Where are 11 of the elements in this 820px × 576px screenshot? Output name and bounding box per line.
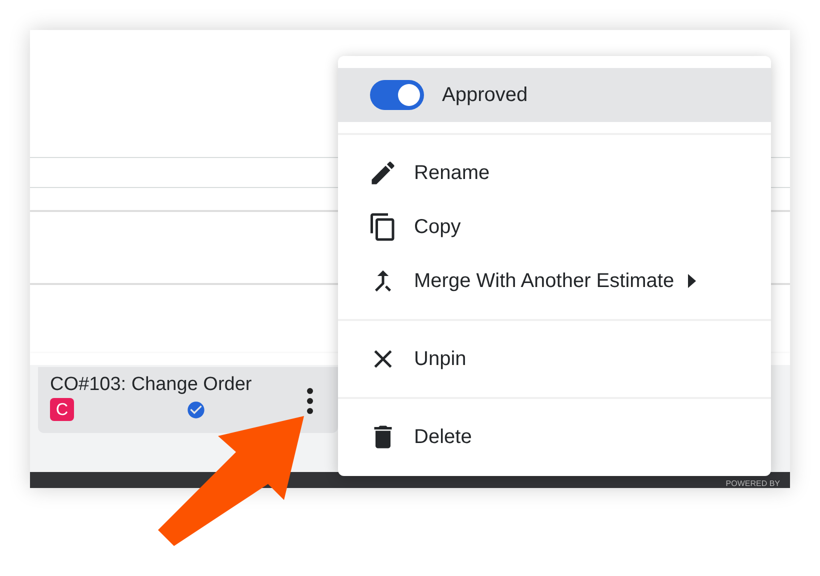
menu-item[interactable]: Rename: [338, 146, 771, 200]
menu-item[interactable]: Delete: [338, 410, 771, 464]
change-order-card[interactable]: CO#103: Change Order C: [38, 367, 338, 433]
card-title: CO#103: Change Order: [50, 373, 253, 397]
menu-item[interactable]: Merge With Another Estimate: [338, 254, 771, 308]
menu-item[interactable]: Unpin: [338, 332, 771, 386]
menu-item[interactable]: Copy: [338, 200, 771, 254]
category-badge: C: [50, 398, 74, 421]
approved-toggle-item[interactable]: Approved: [338, 68, 771, 122]
powered-by-text: POWERED BY: [726, 480, 780, 488]
more-icon[interactable]: [306, 387, 314, 415]
